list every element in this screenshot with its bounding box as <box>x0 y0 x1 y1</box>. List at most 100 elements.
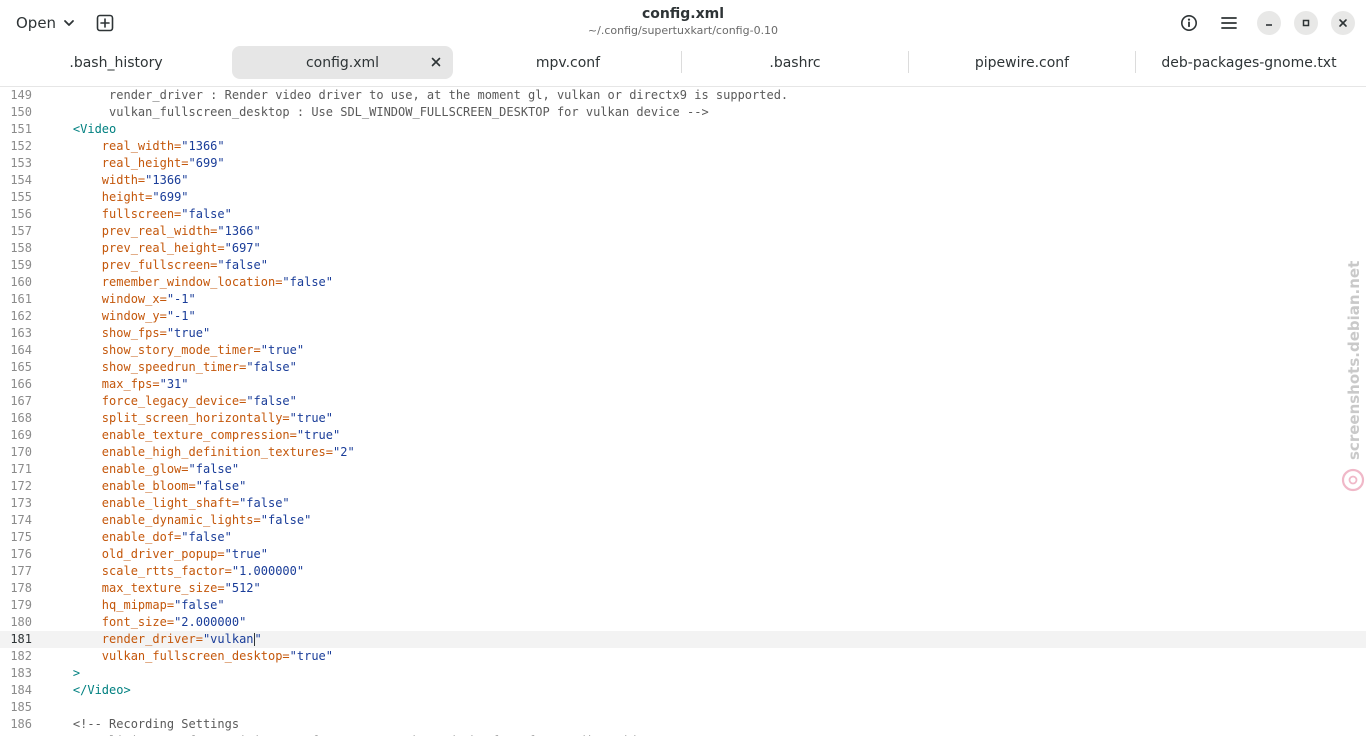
equals-sign: = <box>217 581 225 595</box>
line-code: prev_real_height="697" <box>44 240 261 257</box>
editor-line[interactable]: 185 <box>0 699 1366 716</box>
editor-line[interactable]: 165 show_speedrun_timer="false" <box>0 359 1366 376</box>
editor-line[interactable]: 159 prev_fullscreen="false" <box>0 257 1366 274</box>
line-code: max_fps="31" <box>44 376 189 393</box>
attribute-name: real_height <box>101 156 182 170</box>
editor-line[interactable]: 160 remember_window_location="false" <box>0 274 1366 291</box>
editor-line[interactable]: 182 vulkan_fullscreen_desktop="true" <box>0 648 1366 665</box>
attribute-value: "false" <box>282 275 333 289</box>
attribute-value: "false" <box>181 207 232 221</box>
line-number: 151 <box>10 122 32 136</box>
new-tab-button[interactable] <box>92 10 118 36</box>
editor-line[interactable]: 178 max_texture_size="512" <box>0 580 1366 597</box>
document-properties-button[interactable] <box>1176 10 1202 36</box>
line-number: 166 <box>10 377 32 391</box>
close-tab-icon[interactable] <box>429 55 443 69</box>
editor-line[interactable]: 164 show_story_mode_timer="true" <box>0 342 1366 359</box>
document-title: config.xml <box>641 6 725 22</box>
editor-line[interactable]: 166 max_fps="31" <box>0 376 1366 393</box>
line-code: <!-- Recording Settings <box>44 716 239 733</box>
editor-line[interactable]: 168 split_screen_horizontally="true" <box>0 410 1366 427</box>
editor-line[interactable]: 167 force_legacy_device="false" <box>0 393 1366 410</box>
editor-line[interactable]: 163 show_fps="true" <box>0 325 1366 342</box>
editor-line[interactable]: 155 height="699" <box>0 189 1366 206</box>
tab-deb-packages-gnome[interactable]: deb-packages-gnome.txt <box>1136 46 1362 79</box>
tab-bash-history[interactable]: .bash_history <box>0 46 232 79</box>
editor-line[interactable]: 172 enable_bloom="false" <box>0 478 1366 495</box>
line-number: 159 <box>10 258 32 272</box>
open-button[interactable]: Open <box>8 9 84 37</box>
attribute-value: "false" <box>260 513 312 527</box>
close-window-button[interactable] <box>1331 11 1355 35</box>
editor-line[interactable]: 175 enable_dof="false" <box>0 529 1366 546</box>
editor-line[interactable]: 157 prev_real_width="1366" <box>0 223 1366 240</box>
editor-line[interactable]: 151 <Video <box>0 121 1366 138</box>
header-bar: Open config.xml ~/.config/supertuxkart/c… <box>0 0 1366 46</box>
attribute-name: max_fps <box>101 377 153 391</box>
tab-pipewire-conf[interactable]: pipewire.conf <box>909 46 1135 79</box>
line-code: height="699" <box>44 189 189 206</box>
attribute-name: prev_real_height <box>101 241 218 255</box>
editor-line[interactable]: 180 font_size="2.000000" <box>0 614 1366 631</box>
attribute-value: "false" <box>174 598 225 612</box>
main-menu-button[interactable] <box>1216 10 1242 36</box>
editor-line[interactable]: 150 vulkan_fullscreen_desktop : Use SDL_… <box>0 104 1366 121</box>
tab-mpv-conf[interactable]: mpv.conf <box>455 46 681 79</box>
editor-line[interactable]: 179 hq_mipmap="false" <box>0 597 1366 614</box>
editor-line[interactable]: 184 </Video> <box>0 682 1366 699</box>
line-number: 179 <box>10 598 32 612</box>
editor-line[interactable]: 169 enable_texture_compression="true" <box>0 427 1366 444</box>
line-code: prev_fullscreen="false" <box>44 257 268 274</box>
editor-line[interactable]: 173 enable_light_shaft="false" <box>0 495 1366 512</box>
editor-line[interactable]: 149 render_driver : Render video driver … <box>0 87 1366 104</box>
attribute-value: "false" <box>246 394 297 408</box>
editor-line[interactable]: 176 old_driver_popup="true" <box>0 546 1366 563</box>
text-editor[interactable]: 149 render_driver : Render video driver … <box>0 87 1366 736</box>
line-number: 156 <box>10 207 32 221</box>
line-number: 172 <box>10 479 32 493</box>
chevron-down-icon <box>64 20 74 26</box>
line-number: 150 <box>10 105 32 119</box>
editor-line[interactable]: 177 scale_rtts_factor="1.000000" <box>0 563 1366 580</box>
editor-line[interactable]: 158 prev_real_height="697" <box>0 240 1366 257</box>
editor-line[interactable]: 170 enable_high_definition_textures="2" <box>0 444 1366 461</box>
editor-line[interactable]: 186 <!-- Recording Settings <box>0 716 1366 733</box>
line-code: enable_texture_compression="true" <box>44 427 340 444</box>
editor-line[interactable]: 152 real_width="1366" <box>0 138 1366 155</box>
attribute-value: "true" <box>260 343 305 357</box>
editor-line[interactable]: 161 window_x="-1" <box>0 291 1366 308</box>
attribute-name: enable_texture_compression <box>101 428 290 442</box>
attribute-name: prev_real_width <box>101 224 211 238</box>
editor-line[interactable]: 183 > <box>0 665 1366 682</box>
editor-line[interactable]: 154 width="1366" <box>0 172 1366 189</box>
xml-tag: > <box>72 666 81 680</box>
attribute-value: "697" <box>224 241 261 255</box>
window-title: config.xml ~/.config/supertuxkart/config… <box>483 6 883 38</box>
attribute-value: "false" <box>239 496 290 510</box>
editor-line[interactable]: 162 window_y="-1" <box>0 308 1366 325</box>
editor-line[interactable]: 153 real_height="699" <box>0 155 1366 172</box>
equals-sign: = <box>166 598 175 612</box>
watermark-text: screenshots.debian.net <box>1345 261 1363 460</box>
line-number: 163 <box>10 326 32 340</box>
editor-line[interactable]: 181 render_driver="vulkan" <box>0 631 1366 648</box>
editor-line[interactable]: 156 fullscreen="false" <box>0 206 1366 223</box>
editor-line[interactable]: 174 enable_dynamic_lights="false" <box>0 512 1366 529</box>
tab-bashrc[interactable]: .bashrc <box>682 46 908 79</box>
line-code: enable_dof="false" <box>44 529 232 546</box>
line-number: 186 <box>10 717 32 731</box>
attribute-value: "2.000000" <box>174 615 247 629</box>
maximize-button[interactable] <box>1294 11 1318 35</box>
attribute-name: prev_fullscreen <box>101 258 211 272</box>
line-code: enable_light_shaft="false" <box>44 495 290 512</box>
tab-config-xml[interactable]: config.xml <box>232 46 453 79</box>
attribute-name: show_story_mode_timer <box>101 343 254 357</box>
minimize-button[interactable] <box>1257 11 1281 35</box>
editor-line[interactable]: 171 enable_glow="false" <box>0 461 1366 478</box>
equals-sign: = <box>231 496 240 510</box>
line-number: 169 <box>10 428 32 442</box>
